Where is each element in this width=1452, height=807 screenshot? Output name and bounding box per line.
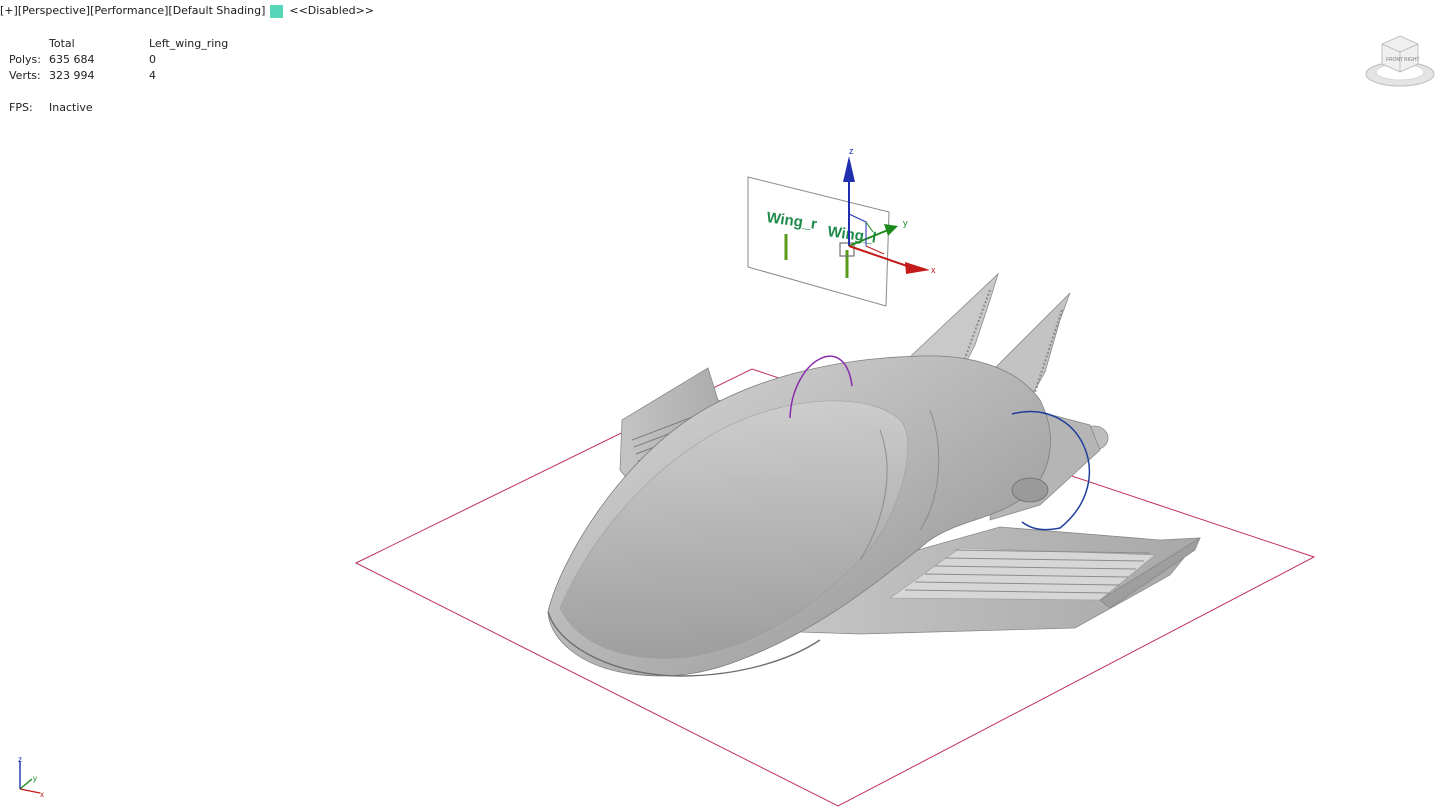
move-gizmo-icon[interactable]: z y x — [843, 146, 936, 275]
viewcube-right-face[interactable]: RIGHT — [1404, 57, 1420, 63]
viewport-scene[interactable]: Wing_r Wing_l z y x — [0, 0, 1452, 807]
axis-tripod-icon: z y x — [18, 755, 44, 799]
wing-control-panel[interactable]: Wing_r Wing_l — [747, 176, 890, 307]
gizmo-axis-y: y — [903, 218, 908, 228]
gizmo-axis-x: x — [931, 265, 936, 275]
gizmo-axis-z: z — [849, 146, 854, 156]
tripod-x-label: x — [40, 790, 44, 799]
viewcube-front-face[interactable]: FRONT — [1386, 57, 1403, 63]
tripod-z-label: z — [18, 755, 22, 764]
tripod-y-label: y — [33, 774, 37, 783]
viewcube-icon[interactable]: FRONT RIGHT — [1362, 30, 1438, 92]
control-label-wing-r[interactable]: Wing_r — [765, 209, 818, 233]
